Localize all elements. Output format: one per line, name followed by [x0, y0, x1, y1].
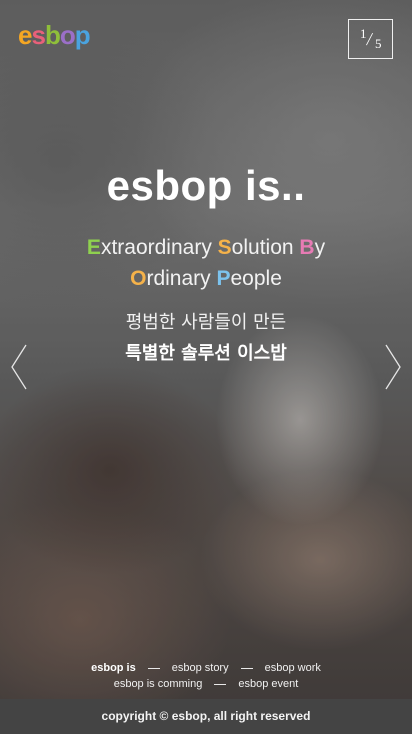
- menu-item[interactable]: esbop is comming: [114, 676, 203, 692]
- tagline-word-rest: y: [314, 236, 326, 259]
- logo-letter: o: [59, 20, 76, 50]
- copyright-text: copyright © esbop, all right reserved: [101, 709, 311, 723]
- menu-row-1: esbop is esbop story esbop work: [0, 660, 412, 676]
- hero-tagline: Extraordinary Solution By Ordinary Peopl…: [0, 232, 412, 294]
- pager-current: 1: [360, 26, 367, 41]
- menu-separator: [240, 667, 253, 669]
- next-slide-button[interactable]: [384, 344, 402, 390]
- chevron-left-icon: [11, 344, 27, 390]
- menu-item[interactable]: esbop event: [238, 676, 298, 692]
- menu-row-2: esbop is comming esbop event: [0, 676, 412, 692]
- menu-separator: [147, 667, 160, 669]
- tagline-line-2: Ordinary People: [0, 263, 412, 294]
- menu-separator: [214, 683, 227, 685]
- menu-item[interactable]: esbop is: [91, 660, 136, 676]
- esbop-logo[interactable]: esbop: [18, 20, 91, 50]
- menu-item[interactable]: esbop story: [172, 660, 229, 676]
- logo-letter: p: [74, 20, 91, 50]
- tagline-line-1: Extraordinary Solution By: [0, 232, 412, 263]
- tagline-initial: B: [299, 236, 315, 259]
- chevron-right-icon: [385, 344, 401, 390]
- tagline-initial: E: [86, 236, 101, 259]
- tagline-initial: O: [130, 267, 147, 290]
- menu-item[interactable]: esbop work: [265, 660, 321, 676]
- footer-bar: copyright © esbop, all right reserved: [0, 699, 412, 734]
- tagline-initial: P: [216, 267, 231, 290]
- tagline-initial: S: [217, 236, 232, 259]
- pager-total: 5: [375, 36, 382, 51]
- logo-letter: b: [44, 20, 61, 50]
- tagline-word-rest: rdinary: [146, 267, 217, 290]
- tagline-word-rest: olution: [231, 236, 300, 259]
- tagline-word-rest: eople: [230, 267, 282, 290]
- logo-letter: e: [18, 20, 33, 50]
- korean-subtitle-2: 특별한 솔루션 이스밥: [125, 343, 287, 364]
- logo-letter: s: [31, 20, 46, 50]
- slide-pager: 1 / 5: [348, 19, 393, 59]
- prev-slide-button[interactable]: [10, 344, 28, 390]
- tagline-word-rest: xtraordinary: [100, 236, 218, 259]
- section-menu: esbop is esbop story esbop work esbop is c…: [0, 660, 412, 692]
- korean-subtitle-1: 평범한 사람들이 만든: [125, 312, 287, 333]
- hero-headline: esbop is..: [106, 162, 306, 209]
